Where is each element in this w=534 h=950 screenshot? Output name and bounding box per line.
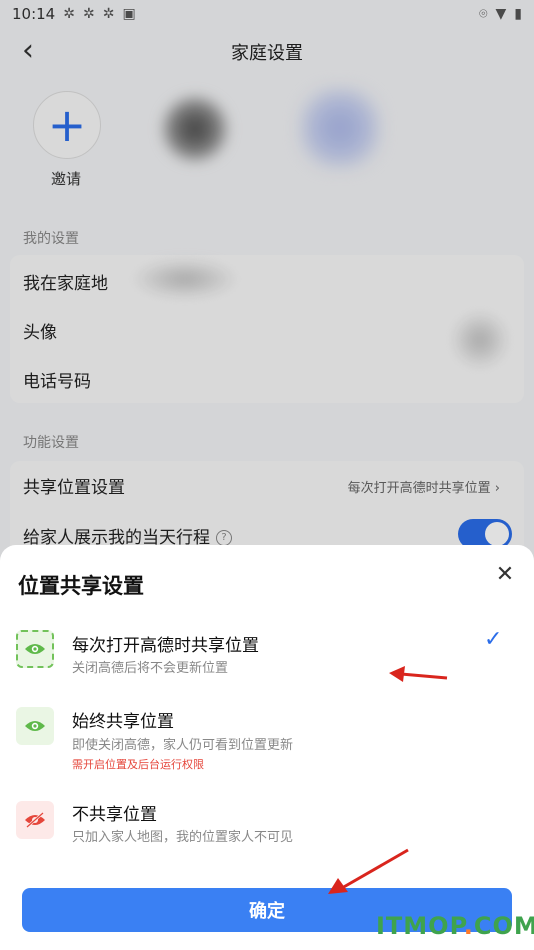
eye-icon bbox=[16, 630, 54, 668]
watermark-dot: . bbox=[463, 912, 474, 940]
close-icon[interactable]: ✕ bbox=[492, 562, 518, 588]
option-desc: 即使关闭高德，家人仍可看到位置更新 bbox=[72, 738, 294, 753]
watermark-tld: COM bbox=[473, 912, 534, 940]
option-title: 不共享位置 bbox=[72, 805, 157, 825]
eye-off-icon bbox=[16, 801, 54, 839]
option-no-share[interactable]: 不共享位置 只加入家人地图，我的位置家人不可见 bbox=[0, 797, 534, 847]
watermark-brand: ITMOP bbox=[376, 912, 464, 940]
sheet-title: 位置共享设置 bbox=[18, 574, 144, 598]
option-always-share[interactable]: 始终共享位置 即使关闭高德，家人仍可看到位置更新 需开启位置及后台运行权限 bbox=[0, 703, 534, 783]
option-share-on-open[interactable]: 每次打开高德时共享位置 关闭高德后将不会更新位置 ✓ bbox=[0, 625, 534, 695]
annotation-arrow bbox=[389, 666, 448, 682]
option-title: 每次打开高德时共享位置 bbox=[72, 636, 259, 656]
check-icon: ✓ bbox=[484, 627, 503, 652]
eye-icon bbox=[16, 707, 54, 745]
option-title: 始终共享位置 bbox=[72, 712, 174, 732]
option-warning: 需开启位置及后台运行权限 bbox=[72, 758, 204, 771]
watermark: ITMOP.COM bbox=[376, 912, 534, 940]
option-desc: 关闭高德后将不会更新位置 bbox=[72, 661, 229, 676]
annotation-arrow bbox=[328, 848, 409, 894]
option-desc: 只加入家人地图，我的位置家人不可见 bbox=[72, 830, 294, 845]
